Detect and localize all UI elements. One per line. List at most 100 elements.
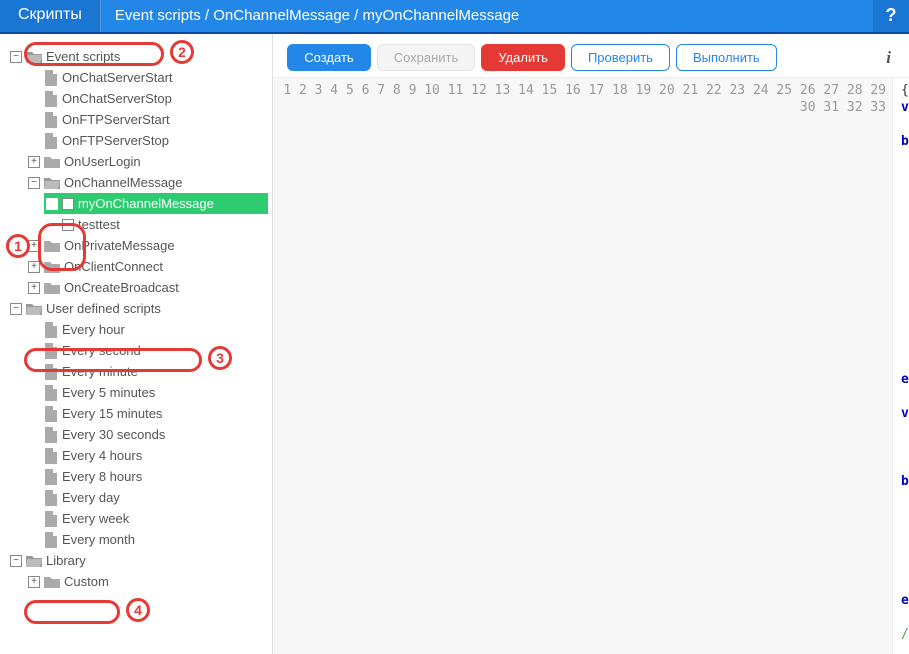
tree-item-every-minute[interactable]: Every minute <box>26 361 268 382</box>
tree-item-onchatserverstart[interactable]: OnChatServerStart <box>26 67 268 88</box>
tree-item-every-day[interactable]: Every day <box>26 487 268 508</box>
file-icon <box>44 343 58 359</box>
checkbox[interactable] <box>62 219 74 231</box>
tree-label: Every 5 minutes <box>62 385 155 400</box>
folder-icon <box>44 281 60 295</box>
folder-open-icon <box>26 50 42 64</box>
tree-item-onftpserverstop[interactable]: OnFTPServerStop <box>26 130 268 151</box>
tree-folder-library[interactable]: − Library <box>8 550 268 571</box>
line-numbers: 1 2 3 4 5 6 7 8 9 10 11 12 13 14 15 16 1… <box>273 78 893 654</box>
tree-item-every-15-minutes[interactable]: Every 15 minutes <box>26 403 268 424</box>
tree-label: Every week <box>62 511 129 526</box>
code-content[interactable]: {function AntiCAPSFilter(input_st:string… <box>893 78 909 654</box>
tree-label: OnFTPServerStart <box>62 112 170 127</box>
tree-label: OnChatServerStop <box>62 91 172 106</box>
tree-item-onchatserverstop[interactable]: OnChatServerStop <box>26 88 268 109</box>
file-icon <box>44 385 58 401</box>
tree-label: testtest <box>78 217 120 232</box>
tree-label: OnPrivateMessage <box>64 238 175 253</box>
tree-label: Every 30 seconds <box>62 427 165 442</box>
tree-item-every-8-hours[interactable]: Every 8 hours <box>26 466 268 487</box>
file-icon <box>44 406 58 422</box>
file-icon <box>44 427 58 443</box>
tree-item-every-second[interactable]: Every second <box>26 340 268 361</box>
tree-item-every-week[interactable]: Every week <box>26 508 268 529</box>
folder-icon <box>44 155 60 169</box>
tree-label: OnFTPServerStop <box>62 133 169 148</box>
file-icon <box>44 511 58 527</box>
tree-label: myOnChannelMessage <box>78 196 214 211</box>
tree-label: OnCreateBroadcast <box>64 280 179 295</box>
file-icon <box>44 133 58 149</box>
create-button[interactable]: Создать <box>287 44 370 71</box>
tree-item-custom[interactable]: + Custom <box>26 571 268 592</box>
tree-item-every-30-seconds[interactable]: Every 30 seconds <box>26 424 268 445</box>
header-bar: Скрипты Event scripts / OnChannelMessage… <box>0 0 909 34</box>
collapse-icon[interactable]: − <box>10 555 22 567</box>
tree-label: User defined scripts <box>46 301 161 316</box>
tree-item-every-hour[interactable]: Every hour <box>26 319 268 340</box>
tree-label: OnClientConnect <box>64 259 163 274</box>
collapse-icon[interactable]: − <box>10 51 22 63</box>
tree-label: Every 4 hours <box>62 448 142 463</box>
file-icon <box>44 490 58 506</box>
tree-item-oncreatebroadcast[interactable]: + OnCreateBroadcast <box>26 277 268 298</box>
tree-label: Custom <box>64 574 109 589</box>
tree-label: Every hour <box>62 322 125 337</box>
tree-label: Every minute <box>62 364 138 379</box>
file-icon <box>44 112 58 128</box>
tree-item-every-5-minutes[interactable]: Every 5 minutes <box>26 382 268 403</box>
file-icon <box>44 322 58 338</box>
collapse-icon[interactable]: − <box>10 303 22 315</box>
sidebar: − Event scripts OnChatServerStart OnChat… <box>0 34 273 654</box>
tree-item-onchannelmessage[interactable]: − OnChannelMessage <box>26 172 268 193</box>
tree-item-myonchannelmessage[interactable]: myOnChannelMessage <box>44 193 268 214</box>
tree-label: Every month <box>62 532 135 547</box>
main-panel: Создать Сохранить Удалить Проверить Выпо… <box>273 34 909 654</box>
code-editor[interactable]: 1 2 3 4 5 6 7 8 9 10 11 12 13 14 15 16 1… <box>273 77 909 654</box>
tree-item-testtest[interactable]: testtest <box>44 214 268 235</box>
tree-label: Event scripts <box>46 49 120 64</box>
save-button[interactable]: Сохранить <box>377 44 476 71</box>
check-button[interactable]: Проверить <box>571 44 670 71</box>
tree-label: Every 15 minutes <box>62 406 162 421</box>
folder-icon <box>44 239 60 253</box>
checkbox[interactable] <box>62 198 74 210</box>
tree-item-onuserlogin[interactable]: + OnUserLogin <box>26 151 268 172</box>
tree-label: Every day <box>62 490 120 505</box>
folder-open-icon <box>26 554 42 568</box>
folder-icon <box>44 575 60 589</box>
tree-label: Every 8 hours <box>62 469 142 484</box>
file-icon <box>44 448 58 464</box>
tree-item-every-4-hours[interactable]: Every 4 hours <box>26 445 268 466</box>
tree-folder-user-defined[interactable]: − User defined scripts <box>8 298 268 319</box>
tree-item-onclientconnect[interactable]: + OnClientConnect <box>26 256 268 277</box>
tree-label: OnUserLogin <box>64 154 141 169</box>
expand-icon[interactable]: + <box>28 282 40 294</box>
tree-item-onftpserverstart[interactable]: OnFTPServerStart <box>26 109 268 130</box>
file-icon <box>44 532 58 548</box>
tree-label: OnChatServerStart <box>62 70 173 85</box>
tree-label: OnChannelMessage <box>64 175 183 190</box>
page-title: Скрипты <box>0 0 101 32</box>
annotation-number-4: 4 <box>126 598 150 622</box>
breadcrumb: Event scripts / OnChannelMessage / myOnC… <box>101 0 873 32</box>
expand-icon[interactable]: + <box>28 576 40 588</box>
tree-item-onprivatemessage[interactable]: + OnPrivateMessage <box>26 235 268 256</box>
annotation-box-4 <box>24 600 120 624</box>
run-button[interactable]: Выполнить <box>676 44 777 71</box>
folder-open-icon <box>26 302 42 316</box>
tree-label: Library <box>46 553 86 568</box>
info-icon[interactable]: i <box>886 48 897 68</box>
expand-icon[interactable]: + <box>28 240 40 252</box>
tree-folder-event-scripts[interactable]: − Event scripts <box>8 46 268 67</box>
delete-button[interactable]: Удалить <box>481 44 565 71</box>
file-icon <box>44 364 58 380</box>
file-icon <box>44 91 58 107</box>
expand-icon[interactable]: + <box>28 156 40 168</box>
help-button[interactable]: ? <box>873 0 909 32</box>
toolbar: Создать Сохранить Удалить Проверить Выпо… <box>273 34 909 77</box>
expand-icon[interactable]: + <box>28 261 40 273</box>
tree-item-every-month[interactable]: Every month <box>26 529 268 550</box>
collapse-icon[interactable]: − <box>28 177 40 189</box>
